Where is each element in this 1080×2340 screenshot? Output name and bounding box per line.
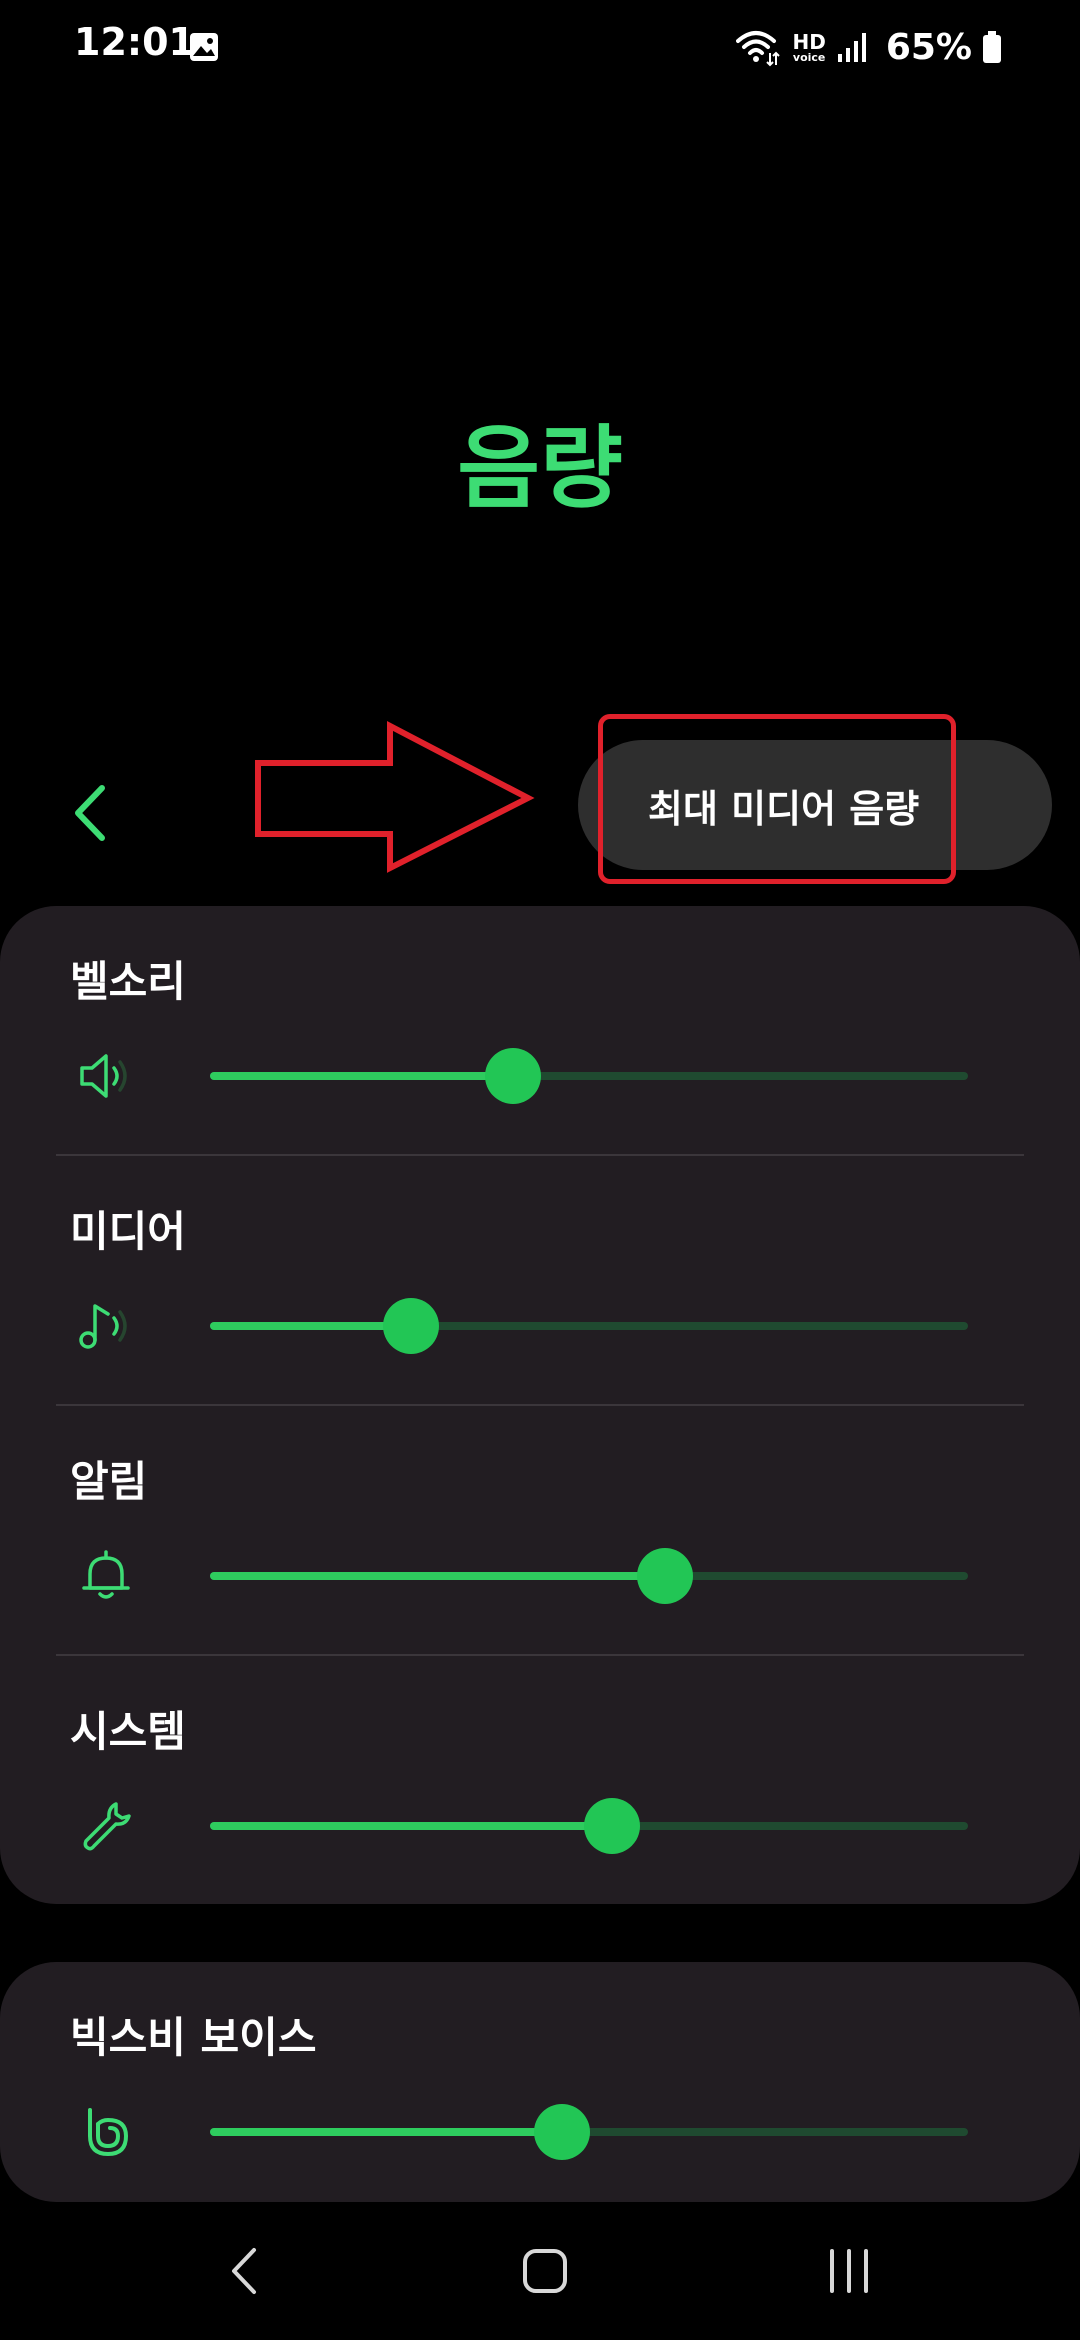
slider-thumb[interactable]: [485, 1048, 542, 1104]
ringtone-volume-slider[interactable]: [210, 1048, 968, 1104]
max-media-volume-label: 최대 미디어 음량: [648, 786, 920, 831]
wrench-icon[interactable]: [76, 1796, 136, 1856]
volume-row-ringtone: 벨소리: [0, 906, 1080, 1156]
slider-label: 벨소리: [70, 957, 186, 1006]
nav-recents-icon[interactable]: [814, 2236, 884, 2306]
slider-fill: [210, 1072, 514, 1080]
battery-icon: [983, 31, 1001, 63]
volume-row-media: 미디어: [0, 1156, 1080, 1406]
slider-label: 미디어: [70, 1207, 186, 1256]
slider-label: 빅스비 보이스: [70, 2013, 317, 2062]
volume-row-bixby: 빅스비 보이스: [0, 1962, 1080, 2212]
volume-row-notification: 알림: [0, 1406, 1080, 1656]
slider-label: 시스템: [70, 1707, 186, 1756]
voice-label: voice: [792, 50, 826, 64]
status-bar: 12:01 HD voice 65%: [0, 0, 1080, 96]
hd-voice-icon: HD voice: [792, 32, 825, 63]
slider-fill: [210, 1322, 411, 1330]
slider-fill: [210, 1822, 612, 1830]
bell-icon[interactable]: [76, 1546, 136, 1606]
bixby-icon[interactable]: [76, 2102, 136, 2162]
screen: 12:01 HD voice 65% 음량 최대 미디어 음량 벨소리 미디어 …: [0, 0, 1080, 2340]
volume-card: 벨소리 미디어 알림 시스템: [0, 906, 1080, 1904]
volume-row-system: 시스템: [0, 1656, 1080, 1906]
status-time: 12:01: [74, 20, 195, 64]
bixby-card: 빅스비 보이스: [0, 1962, 1080, 2202]
media-volume-slider[interactable]: [210, 1298, 968, 1354]
navigation-bar: [0, 2210, 1080, 2340]
nav-back-icon[interactable]: [210, 2236, 280, 2306]
slider-label: 알림: [70, 1457, 148, 1506]
slider-thumb[interactable]: [534, 2104, 591, 2160]
speaker-icon[interactable]: [76, 1046, 136, 1106]
hd-label: HD: [792, 29, 826, 54]
annotation-arrow-icon: [255, 721, 535, 873]
bixby-voice-volume-slider[interactable]: [210, 2104, 968, 2160]
nav-home-icon[interactable]: [510, 2236, 580, 2306]
page-title: 음량: [457, 416, 623, 521]
slider-thumb[interactable]: [382, 1298, 439, 1354]
gallery-icon: [190, 33, 218, 61]
notification-volume-slider[interactable]: [210, 1548, 968, 1604]
back-button[interactable]: [64, 782, 120, 844]
status-icons: HD voice 65%: [736, 22, 1002, 72]
system-volume-slider[interactable]: [210, 1798, 968, 1854]
slider-fill: [210, 2128, 563, 2136]
signal-icon: [837, 33, 866, 62]
slider-fill: [210, 1572, 665, 1580]
max-media-volume-button[interactable]: 최대 미디어 음량: [578, 740, 1052, 870]
wifi-icon: [736, 31, 781, 67]
slider-thumb[interactable]: [636, 1548, 693, 1604]
music-note-icon[interactable]: [76, 1296, 136, 1356]
battery-percentage: 65%: [885, 26, 972, 68]
slider-thumb[interactable]: [583, 1798, 640, 1854]
